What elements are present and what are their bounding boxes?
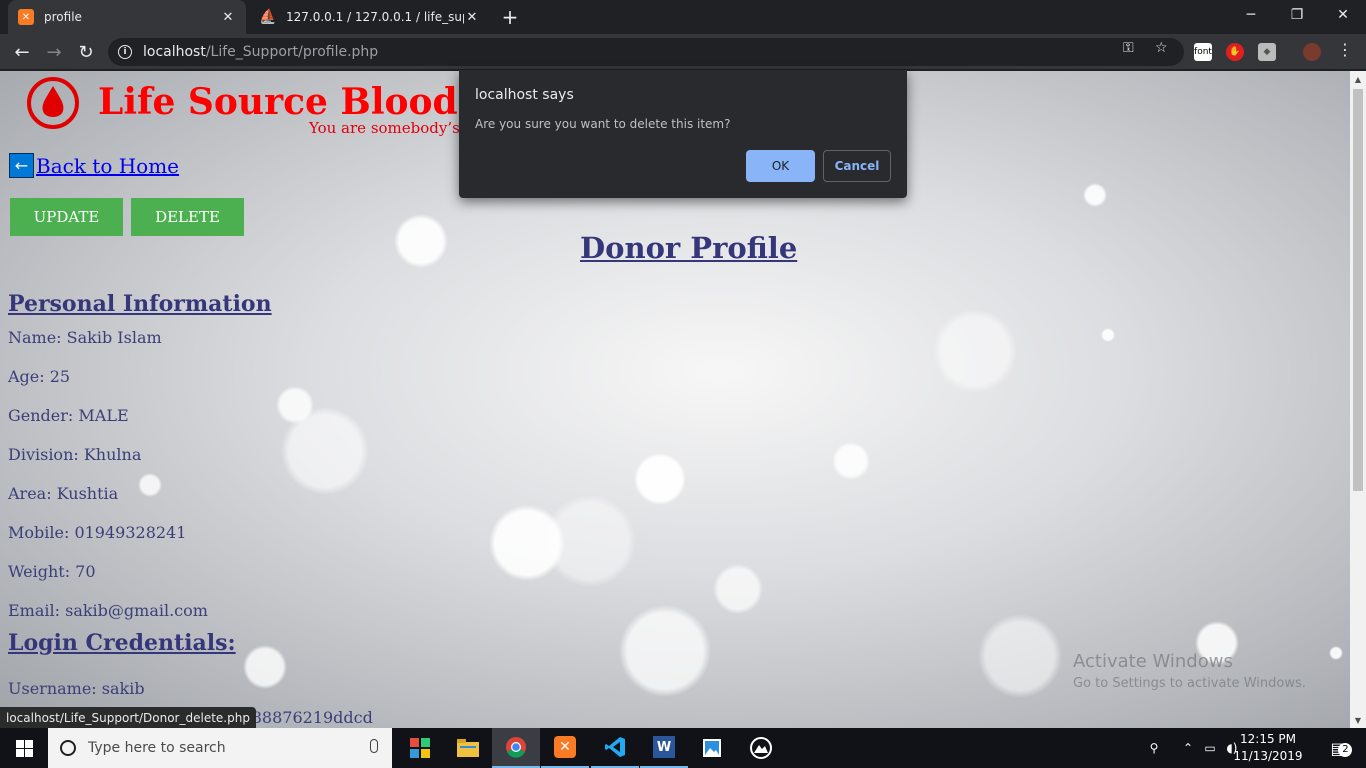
scroll-up-icon[interactable]: ▲: [1350, 71, 1366, 87]
site-tagline: You are somebody’s ty: [309, 119, 480, 137]
tab-phpmyadmin[interactable]: ⛵ 127.0.0.1 / 127.0.0.1 / life_suppor ✕: [250, 0, 490, 34]
phpmyadmin-favicon-icon: ⛵: [259, 9, 277, 25]
delete-button[interactable]: DELETE: [131, 198, 244, 236]
word-icon[interactable]: W: [640, 728, 688, 768]
field-username: Username: sakib: [8, 679, 145, 698]
personal-info-heading: Personal Information: [8, 291, 272, 317]
microphone-icon[interactable]: [370, 739, 378, 753]
ok-button[interactable]: OK: [746, 150, 815, 182]
back-icon[interactable]: ←: [8, 38, 36, 66]
windows-taskbar: Type here to search ✕ W ⚲ ⌃ ▭ ◖) 12:15 P…: [0, 728, 1366, 768]
minimize-icon[interactable]: ─: [1228, 0, 1274, 30]
close-tab-icon[interactable]: ✕: [220, 10, 236, 25]
taskbar-search-input[interactable]: Type here to search: [48, 728, 392, 768]
menu-icon[interactable]: ⋮: [1337, 40, 1353, 59]
people-icon[interactable]: ⚲: [1142, 728, 1166, 768]
show-hidden-icons-chevron-icon[interactable]: ⌃: [1178, 728, 1198, 768]
key-icon[interactable]: ⚿: [1123, 40, 1134, 56]
field-area: Area: Kushtia: [8, 484, 119, 503]
activate-windows-watermark: Activate Windows Go to Settings to activ…: [1073, 651, 1306, 691]
field-division: Division: Khulna: [8, 445, 142, 464]
tab-title: profile: [44, 10, 82, 24]
back-arrow-icon[interactable]: ←: [9, 153, 34, 178]
scroll-thumb[interactable]: [1353, 89, 1363, 491]
close-tab-icon[interactable]: ✕: [464, 10, 480, 25]
back-to-home-label[interactable]: Back to Home: [36, 154, 179, 178]
chrome-icon[interactable]: [492, 728, 540, 768]
cancel-button[interactable]: Cancel: [823, 150, 891, 182]
blood-drop-logo-icon: [27, 77, 79, 129]
git-app-icon[interactable]: [737, 728, 785, 768]
taskbar-app-colorful-icon[interactable]: [396, 728, 444, 768]
update-button[interactable]: UPDATE: [10, 198, 123, 236]
close-window-icon[interactable]: ✕: [1320, 0, 1366, 30]
browser-tab-strip: ✕ profile ✕ ⛵ 127.0.0.1 / 127.0.0.1 / li…: [0, 0, 1366, 34]
page-title: Donor Profile: [580, 231, 798, 265]
cortana-icon: [60, 740, 76, 756]
font-extension-icon[interactable]: font: [1194, 43, 1212, 61]
start-button[interactable]: [0, 728, 48, 768]
field-weight: Weight: 70: [8, 562, 96, 581]
network-icon[interactable]: ▭: [1200, 728, 1220, 768]
dialog-title: localhost says: [475, 87, 574, 103]
bookmark-star-icon[interactable]: ☆: [1155, 40, 1168, 56]
windows-logo-icon: [15, 739, 33, 757]
restore-icon[interactable]: ❐: [1274, 0, 1320, 30]
adblock-extension-icon[interactable]: ✋: [1226, 43, 1244, 61]
field-name: Name: Sakib Islam: [8, 328, 162, 347]
scroll-down-icon[interactable]: ▼: [1350, 712, 1366, 728]
watermark-line2: Go to Settings to activate Windows.: [1073, 676, 1306, 691]
status-bar-url: localhost/Life_Support/Donor_delete.php: [0, 707, 256, 728]
photos-icon[interactable]: [688, 728, 736, 768]
field-gender: Gender: MALE: [8, 406, 129, 425]
search-placeholder: Type here to search: [88, 740, 226, 756]
field-email: Email: sakib@gmail.com: [8, 601, 208, 620]
url-text: localhost/Life_Support/profile.php: [143, 44, 379, 60]
new-tab-button[interactable]: +: [498, 5, 522, 29]
site-info-icon[interactable]: i: [118, 45, 132, 59]
field-mobile: Mobile: 01949328241: [8, 523, 187, 542]
clock-time: 12:15 PM: [1240, 732, 1296, 746]
vscode-icon[interactable]: [591, 728, 639, 768]
watermark-line1: Activate Windows: [1073, 651, 1233, 672]
cube-extension-icon[interactable]: ◆: [1258, 43, 1276, 61]
tab-title: 127.0.0.1 / 127.0.0.1 / life_suppor: [286, 10, 464, 24]
xampp-icon[interactable]: ✕: [541, 728, 589, 768]
action-center-icon[interactable]: ▤2: [1320, 728, 1356, 768]
address-bar[interactable]: i localhost/Life_Support/profile.php: [108, 38, 1184, 66]
xampp-favicon-icon: ✕: [18, 9, 34, 25]
back-to-home-link[interactable]: ← Back to Home: [9, 153, 179, 178]
forward-icon[interactable]: →: [40, 38, 68, 66]
file-explorer-icon[interactable]: [444, 728, 492, 768]
profile-avatar[interactable]: [1303, 43, 1321, 61]
browser-toolbar: ← → ↻ i localhost/Life_Support/profile.p…: [0, 34, 1366, 70]
taskbar-clock[interactable]: 12:15 PM 11/13/2019: [1228, 731, 1308, 765]
field-age: Age: 25: [8, 367, 71, 386]
tab-profile[interactable]: ✕ profile ✕: [8, 0, 246, 34]
clock-date: 11/13/2019: [1233, 749, 1303, 763]
confirm-dialog: localhost says Are you sure you want to …: [459, 70, 907, 198]
page-scrollbar[interactable]: ▲ ▼: [1350, 71, 1366, 728]
reload-icon[interactable]: ↻: [72, 38, 100, 66]
login-credentials-heading: Login Credentials:: [8, 630, 236, 656]
notification-badge: 2: [1338, 742, 1353, 757]
dialog-message: Are you sure you want to delete this ite…: [475, 117, 731, 131]
